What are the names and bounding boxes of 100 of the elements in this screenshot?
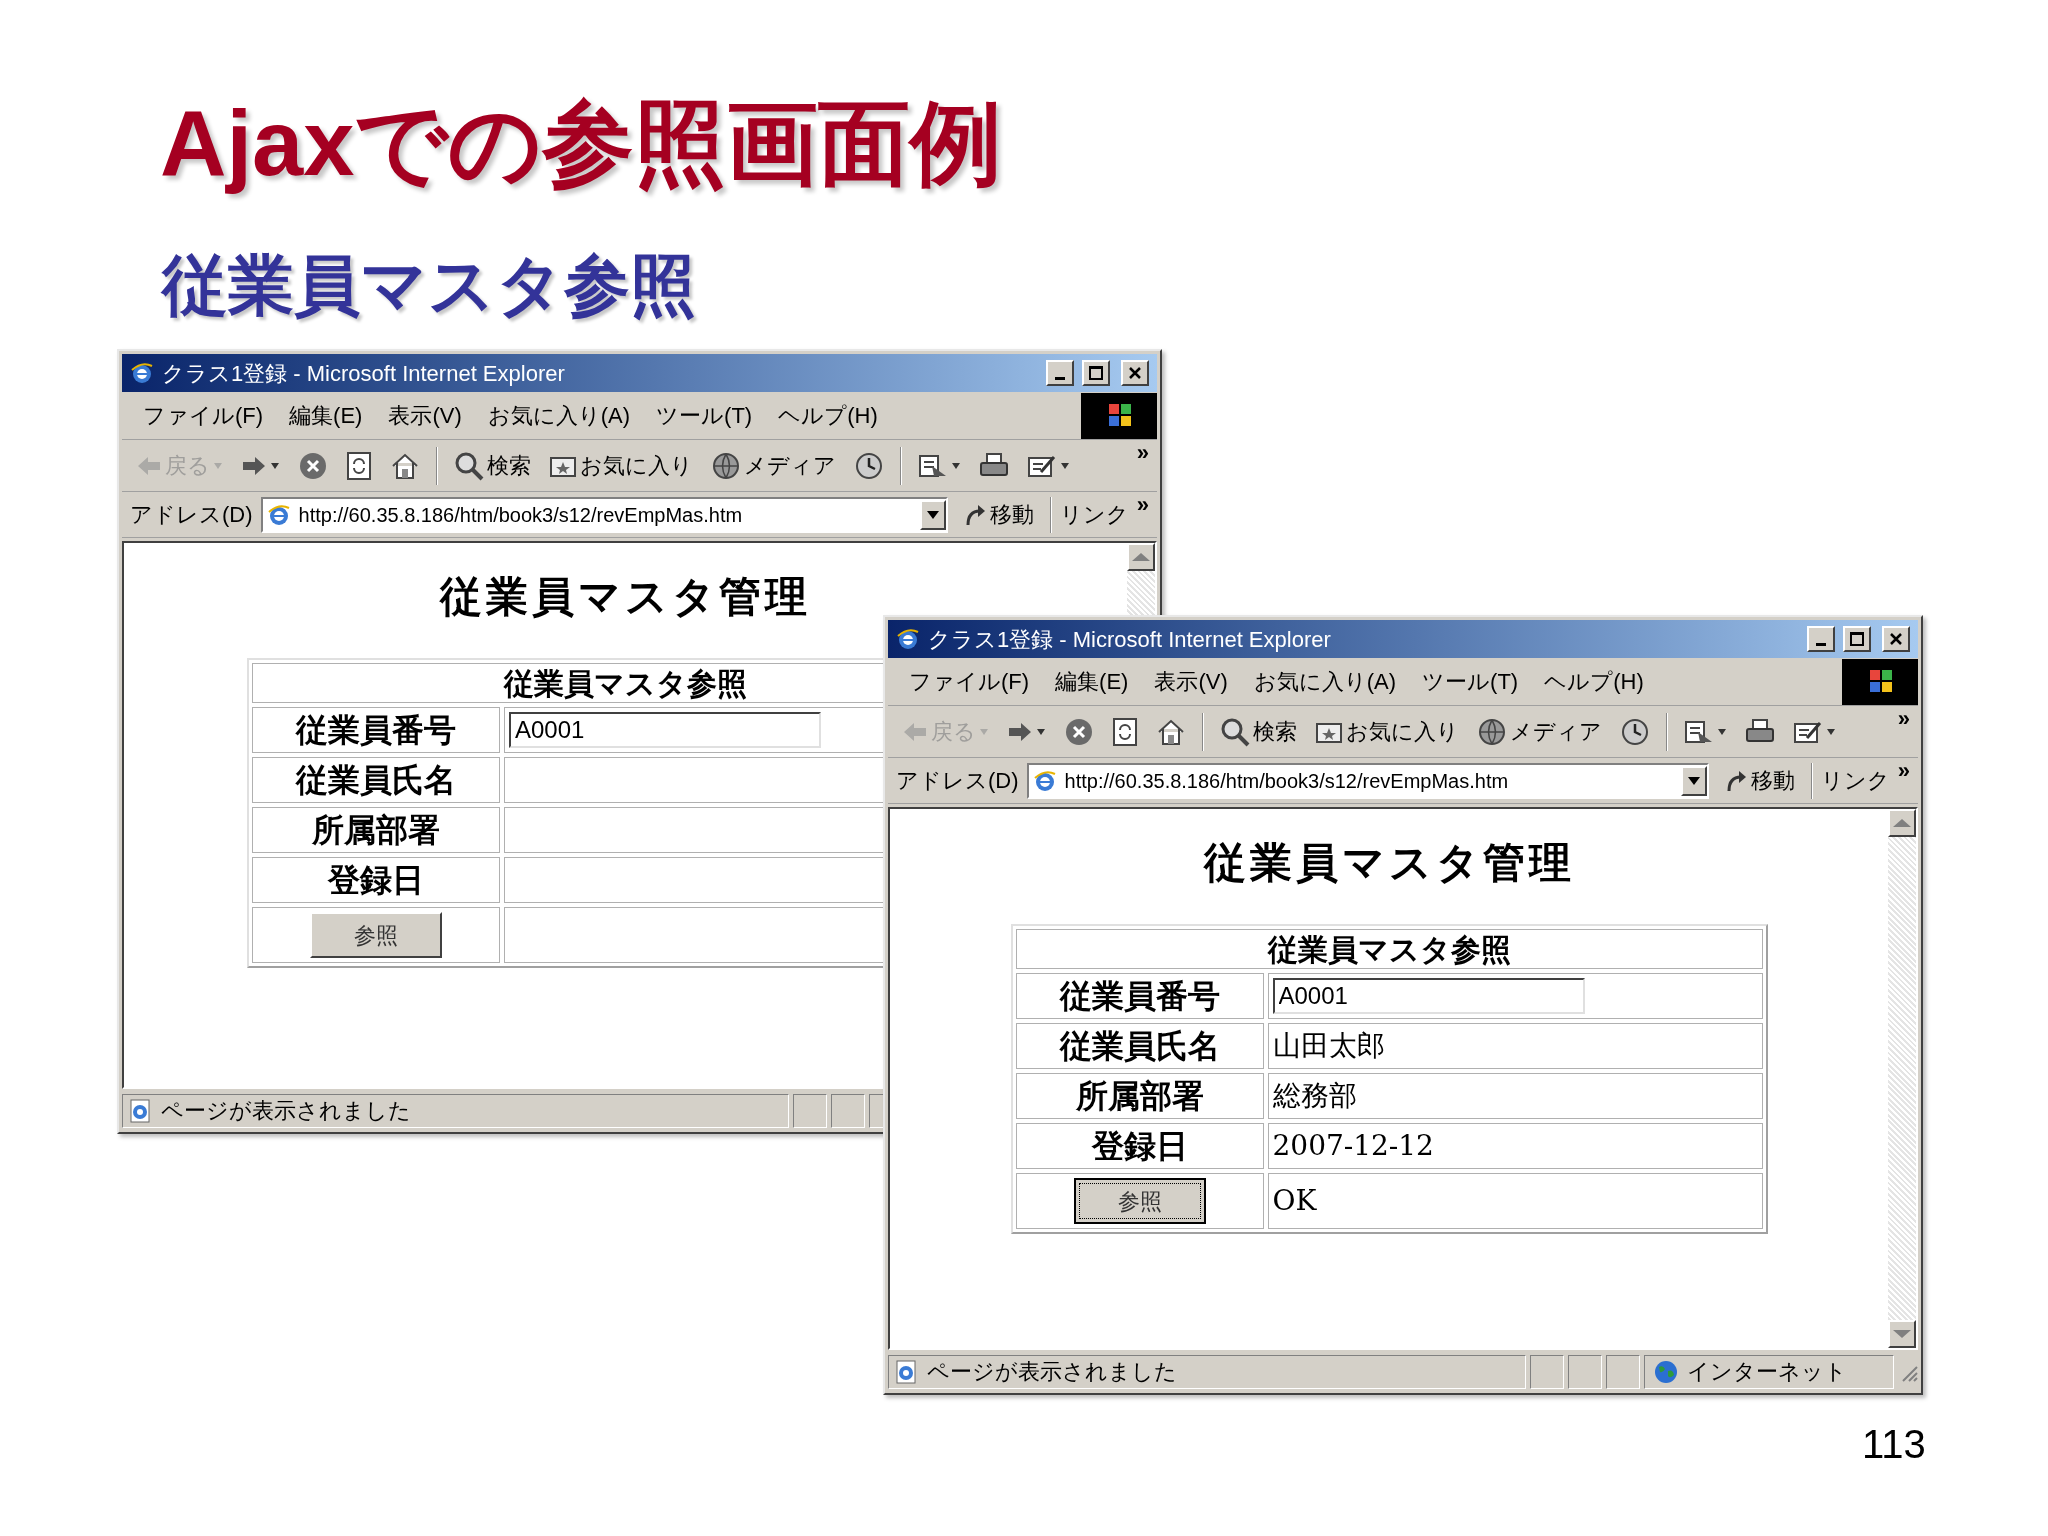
close-button[interactable] (1882, 626, 1910, 652)
stop-icon (298, 450, 328, 481)
links-button[interactable]: リンク (1059, 498, 1129, 531)
close-icon (1890, 633, 1902, 645)
page-icon (893, 1358, 919, 1385)
toolbar-button[interactable]: » (1897, 708, 1910, 730)
slide-title: Ajaxでの参照画面例 (160, 91, 1003, 196)
maximize-button[interactable] (1843, 626, 1871, 652)
page-heading: 従業員マスタ管理 (1203, 838, 1575, 888)
dropdown-arrow-icon (926, 510, 939, 519)
toolbar-button[interactable]: お気に入り (1309, 711, 1465, 752)
caret-icon (951, 461, 961, 470)
zone-pane: インターネット (1644, 1354, 1894, 1389)
menu-item[interactable]: 表示(V) (1141, 665, 1241, 698)
clock-icon (1620, 716, 1650, 747)
windows-logo-icon (1081, 392, 1157, 439)
menu-item[interactable]: 表示(V) (375, 399, 475, 432)
links-button[interactable]: リンク (1820, 764, 1890, 797)
toolbar-button[interactable]: 検索 (448, 445, 537, 486)
minimize-icon (1816, 643, 1826, 646)
label-cell: 登録日 (1015, 1123, 1264, 1169)
maximize-button[interactable] (1082, 360, 1110, 386)
value-cell: 2007-12-12 (1267, 1123, 1763, 1169)
caret-icon (1060, 461, 1070, 470)
page-icon (127, 1097, 153, 1124)
window-title: クラス1登録 - Microsoft Internet Explorer (928, 625, 1332, 654)
browser-icon (1032, 768, 1057, 793)
minimize-icon (1055, 377, 1065, 380)
menu-item[interactable]: ファイル(F) (130, 399, 277, 432)
status-pane (793, 1093, 827, 1128)
value-cell: OK (1267, 1173, 1763, 1229)
menu-item[interactable]: お気に入り(A) (1240, 665, 1410, 698)
label-cell: 所属部署 (252, 807, 500, 853)
employee-number-field[interactable]: A0001 (509, 712, 821, 748)
toolbar-button[interactable]: お気に入り (543, 445, 699, 486)
menu-item[interactable]: ヘルプ(H) (765, 399, 891, 432)
scroll-up-button[interactable] (1127, 543, 1155, 571)
home-icon (1156, 717, 1186, 746)
globe-icon (711, 450, 741, 481)
label-cell: 所属部署 (1015, 1073, 1264, 1119)
globe-icon (1477, 716, 1507, 747)
address-label: アドレス(D) (896, 767, 1019, 795)
browser-icon (266, 502, 291, 527)
scroll-arrow-icon (1132, 553, 1150, 561)
employee-number-field[interactable]: A0001 (1272, 978, 1585, 1014)
caret-icon (213, 461, 223, 470)
status-text-pane: ページが表示されました (122, 1093, 789, 1128)
close-button[interactable] (1121, 360, 1149, 386)
status-text-pane: ページが表示されました (888, 1354, 1526, 1389)
toolbar-button[interactable]: » (1136, 442, 1149, 464)
browser-icon (130, 361, 154, 385)
menu-item[interactable]: 編集(E) (276, 399, 376, 432)
status-pane (1568, 1354, 1602, 1389)
menu-item[interactable]: お気に入り(A) (474, 399, 644, 432)
close-icon (1129, 367, 1141, 379)
label-cell: 従業員番号 (252, 707, 500, 753)
label-cell: 従業員番号 (1015, 973, 1264, 1019)
status-pane (1530, 1354, 1564, 1389)
address-field[interactable]: http://60.35.8.186/htm/book3/s12/revEmpMas.htm (260, 496, 948, 533)
browser-icon (896, 627, 920, 651)
scroll-arrow-icon (1893, 819, 1911, 827)
menu-item[interactable]: ツール(T) (643, 399, 766, 432)
menu-item[interactable]: ツール(T) (1409, 665, 1532, 698)
toolbar-button[interactable]: 検索 (1214, 711, 1303, 752)
more-button[interactable]: » (1136, 494, 1149, 516)
label-cell: 従業員氏名 (1015, 1023, 1264, 1069)
menu-item[interactable]: ヘルプ(H) (1531, 665, 1657, 698)
maximize-icon (1089, 366, 1103, 380)
scroll-up-button[interactable] (1888, 809, 1916, 837)
caret-icon (270, 461, 280, 470)
search-icon (454, 450, 484, 481)
address-field[interactable]: http://60.35.8.186/htm/book3/s12/revEmpMas.htm (1026, 762, 1709, 799)
address-label: アドレス(D) (130, 501, 253, 529)
menu-item[interactable]: 編集(E) (1042, 665, 1142, 698)
caret-icon (1826, 727, 1836, 736)
page-heading: 従業員マスタ管理 (440, 572, 811, 622)
stop-icon (1064, 716, 1094, 747)
toolbar-button[interactable]: メディア (705, 445, 842, 486)
go-button[interactable]: 移動 (1716, 764, 1803, 797)
table-header: 従業員マスタ参照 (1015, 929, 1763, 969)
status-pane (1606, 1354, 1640, 1389)
value-cell: 山田太郎 (1267, 1023, 1763, 1069)
go-button[interactable]: 移動 (955, 498, 1042, 531)
label-cell: 登録日 (252, 857, 500, 903)
home-icon (390, 451, 420, 480)
status-pane (831, 1093, 865, 1128)
scroll-arrow-icon (1893, 1330, 1911, 1338)
toolbar-button[interactable]: メディア (1471, 711, 1608, 752)
refresh-icon (346, 450, 372, 481)
refresh-icon (1112, 716, 1138, 747)
page-number: 113 (1862, 1421, 1926, 1468)
value-cell: 総務部 (1267, 1073, 1763, 1119)
more-button[interactable]: » (1897, 760, 1910, 782)
maximize-icon (1850, 632, 1864, 646)
lookup-button[interactable]: 参照 (1073, 1178, 1206, 1224)
minimize-button[interactable] (1807, 626, 1835, 652)
minimize-button[interactable] (1046, 360, 1074, 386)
search-icon (1220, 716, 1250, 747)
scroll-down-button[interactable] (1888, 1320, 1916, 1348)
lookup-button[interactable]: 参照 (310, 912, 442, 958)
